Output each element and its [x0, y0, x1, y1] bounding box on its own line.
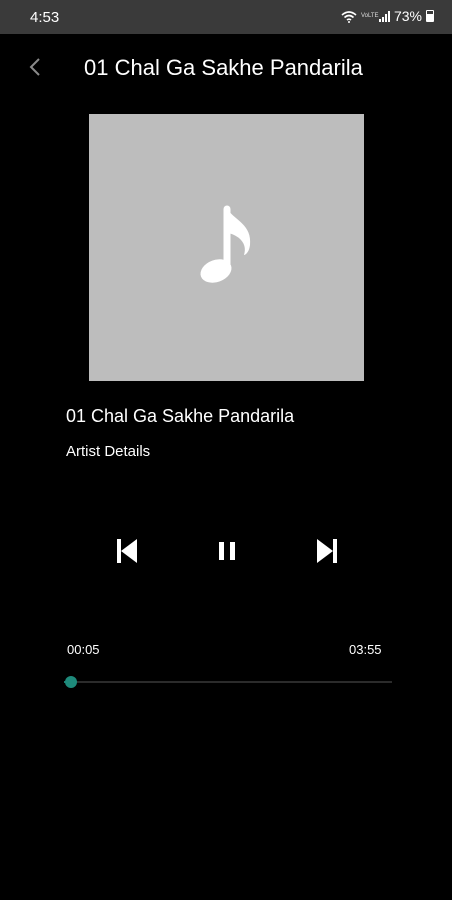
seek-track: [64, 681, 392, 683]
album-art: [89, 114, 364, 381]
seek-thumb[interactable]: [64, 676, 77, 688]
battery-icon: [426, 10, 434, 22]
top-app-bar: 01 Chal Ga Sakhe Pandarila: [0, 34, 452, 102]
volte-indicator: VoLTE: [360, 13, 379, 19]
current-time: 00:05: [67, 642, 100, 657]
previous-button[interactable]: [109, 533, 145, 569]
seek-bar[interactable]: [64, 676, 392, 688]
next-button[interactable]: [309, 533, 345, 569]
music-note-icon: [200, 205, 250, 283]
chevron-left-icon: [29, 58, 40, 76]
status-bar: 4:53 VoLTE 73%: [0, 0, 452, 34]
skip-next-icon: [317, 539, 337, 563]
pause-icon: [219, 542, 235, 560]
total-duration: 03:55: [349, 642, 382, 657]
status-icons: VoLTE 73%: [341, 8, 434, 24]
artist-details: Artist Details: [66, 443, 151, 460]
back-button[interactable]: [20, 52, 50, 82]
battery-percent: 73%: [393, 8, 422, 24]
skip-previous-icon: [117, 539, 137, 563]
status-time: 4:53: [30, 9, 60, 26]
pause-button[interactable]: [209, 533, 245, 569]
signal-icon: [378, 10, 390, 22]
playback-controls: [0, 533, 452, 569]
page-title: 01 Chal Ga Sakhe Pandarila: [84, 55, 363, 80]
song-title: 01 Chal Ga Sakhe Pandarila: [66, 406, 295, 426]
wifi-icon: [341, 10, 357, 23]
